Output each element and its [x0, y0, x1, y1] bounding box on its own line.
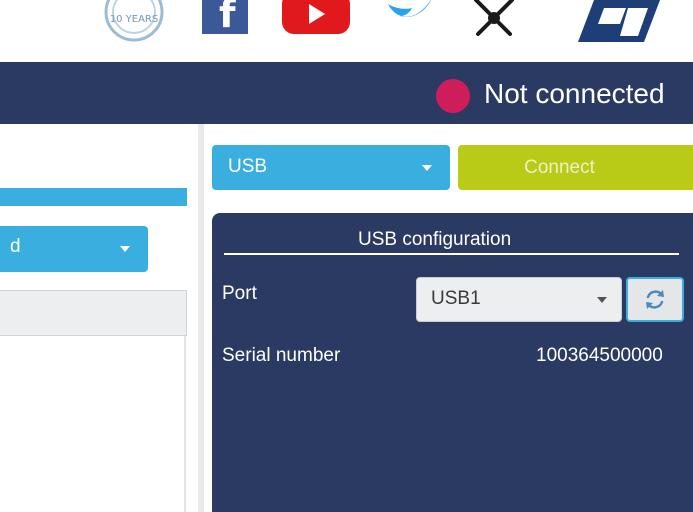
- port-select[interactable]: USB1: [416, 277, 622, 322]
- chevron-down-icon: [422, 165, 432, 171]
- connection-status-label: Not connected: [484, 78, 665, 109]
- left-panel-header-bar: [0, 188, 187, 206]
- refresh-ports-button[interactable]: [626, 277, 684, 322]
- connection-status-indicator: [436, 79, 470, 113]
- usb-configuration-divider: [224, 253, 679, 255]
- social-icon-bar: 10 YEARS f: [0, 0, 693, 62]
- left-panel-divider: [184, 336, 186, 512]
- serial-number-value: 100364500000: [536, 345, 663, 366]
- youtube-icon[interactable]: [282, 0, 350, 34]
- usb-configuration-title: USB configuration: [358, 229, 512, 250]
- anniversary-badge-icon[interactable]: 10 YEARS: [103, 0, 165, 44]
- left-panel-list-header: [0, 290, 187, 336]
- st-logo-icon[interactable]: [564, 0, 664, 44]
- left-panel-dropdown[interactable]: d: [0, 226, 148, 272]
- panel-separator[interactable]: [198, 124, 204, 512]
- anniversary-badge-text: 10 YEARS: [110, 14, 158, 25]
- port-label: Port: [222, 283, 257, 304]
- community-hub-icon[interactable]: [472, 0, 516, 38]
- facebook-icon[interactable]: f: [202, 0, 248, 36]
- port-select-value: USB1: [431, 288, 481, 309]
- interface-select[interactable]: USB: [212, 145, 450, 190]
- serial-number-label: Serial number: [222, 345, 341, 366]
- refresh-icon: [646, 290, 664, 309]
- twitter-icon[interactable]: [386, 0, 436, 34]
- chevron-down-icon: [597, 297, 607, 303]
- left-panel-dropdown-value: d: [10, 236, 21, 257]
- interface-select-value: USB: [228, 156, 268, 177]
- connect-button[interactable]: Connect: [458, 145, 693, 190]
- chevron-down-icon: [120, 246, 130, 252]
